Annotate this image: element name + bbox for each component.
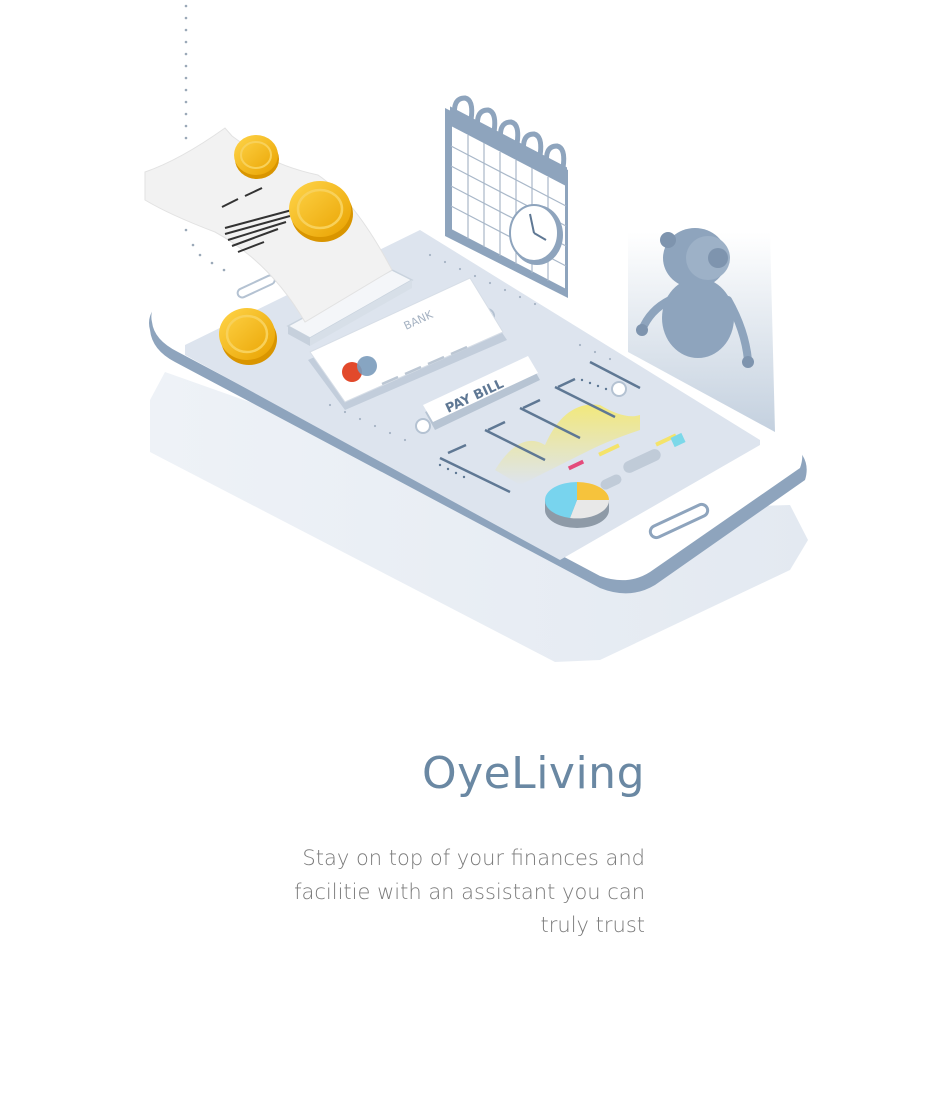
tagline: Stay on top of your finances and facilit… [225,842,645,943]
coin-icon [234,135,279,179]
hero-illustration: BANK PAY BILL [144,4,808,662]
tagline-line: Stay on top of your finances and [302,846,645,870]
tagline-line: facilitie with an assistant you can [294,879,645,904]
pie-chart-icon [544,482,610,528]
tagline-line: truly trust [540,913,645,937]
app-title: OyeLiving [421,748,645,799]
